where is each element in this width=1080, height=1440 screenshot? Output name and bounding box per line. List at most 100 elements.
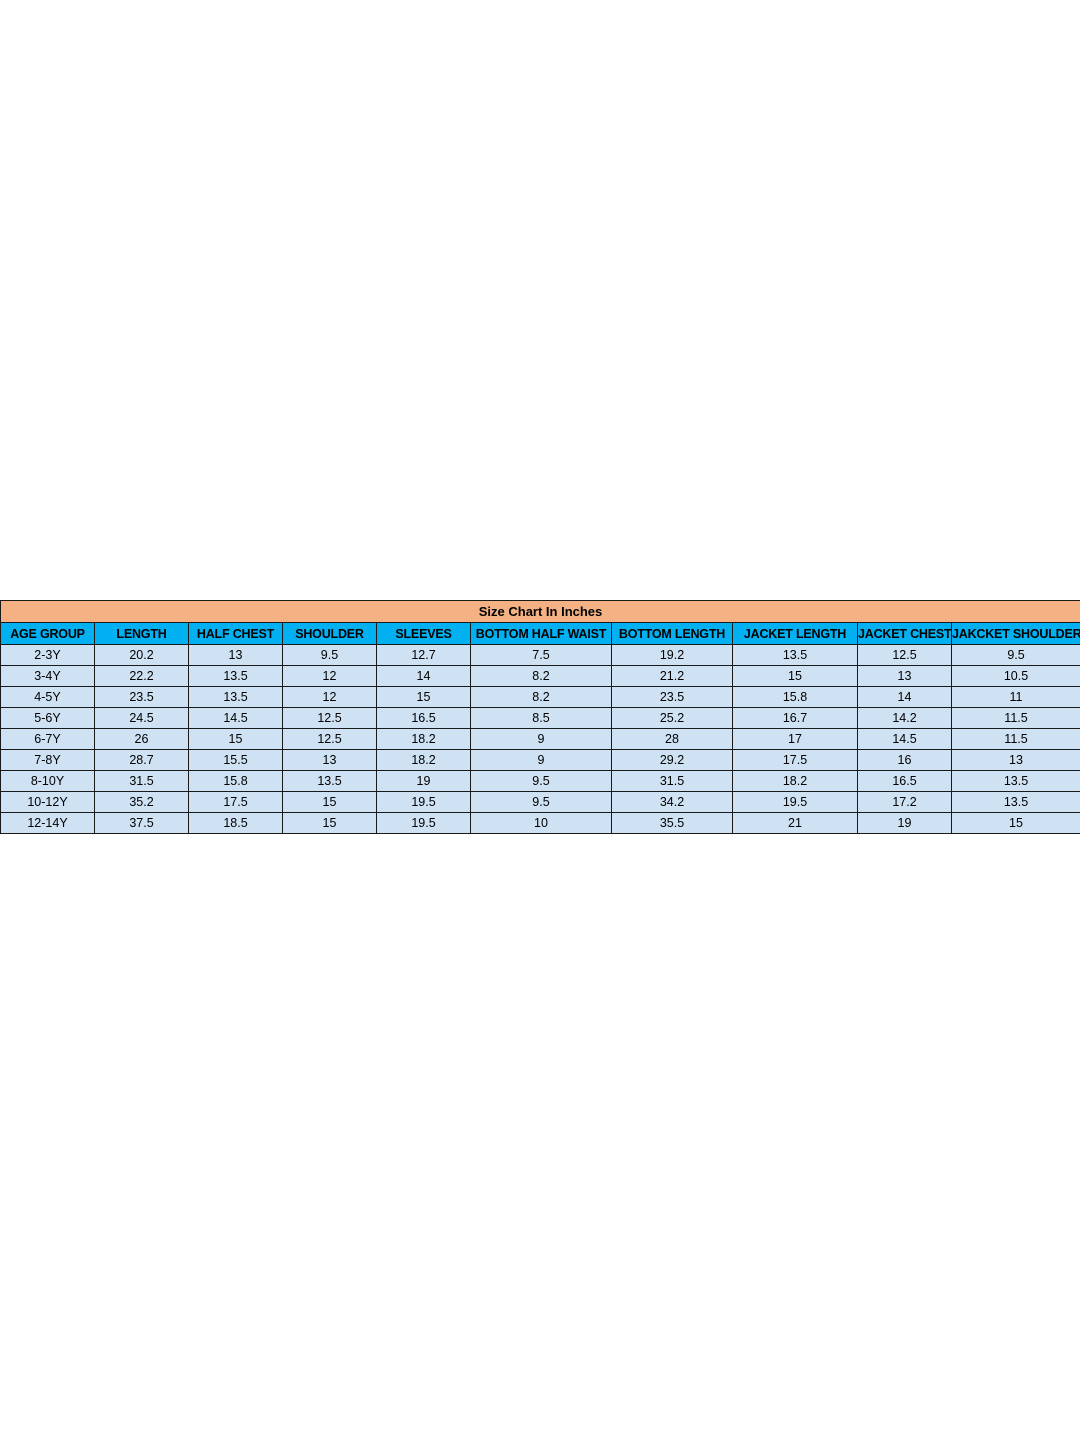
column-header: HALF CHEST [188, 622, 283, 645]
measurement-cell: 20.2 [94, 644, 189, 666]
measurement-cell: 35.2 [94, 791, 189, 813]
table-row: 3-4Y 22.2 13.5 12 14 8.2 21.2 15 13 10.5 [0, 665, 1080, 687]
measurement-cell: 12.5 [282, 707, 377, 729]
measurement-cell: 15 [732, 665, 858, 687]
measurement-cell: 13.5 [188, 686, 283, 708]
measurement-cell: 9.5 [470, 791, 612, 813]
measurement-cell: 14.2 [857, 707, 952, 729]
measurement-cell: 8.5 [470, 707, 612, 729]
measurement-cell: 18.2 [732, 770, 858, 792]
age-group-cell: 8-10Y [0, 770, 95, 792]
measurement-cell: 19.5 [732, 791, 858, 813]
measurement-cell: 13.5 [732, 644, 858, 666]
column-header: AGE GROUP [0, 622, 95, 645]
measurement-cell: 35.5 [611, 812, 733, 834]
measurement-cell: 11.5 [950, 728, 1080, 750]
measurement-cell: 31.5 [94, 770, 189, 792]
measurement-cell: 14 [857, 686, 952, 708]
column-header: LENGTH [94, 622, 189, 645]
measurement-cell: 13.5 [950, 791, 1080, 813]
measurement-cell: 9 [470, 749, 612, 771]
column-header: JAKCKET SHOULDER [950, 622, 1080, 645]
measurement-cell: 16 [857, 749, 952, 771]
measurement-cell: 24.5 [94, 707, 189, 729]
measurement-cell: 12.7 [376, 644, 471, 666]
measurement-cell: 13 [282, 749, 377, 771]
measurement-cell: 23.5 [94, 686, 189, 708]
measurement-cell: 12.5 [857, 644, 952, 666]
age-group-cell: 12-14Y [0, 812, 95, 834]
measurement-cell: 7.5 [470, 644, 612, 666]
measurement-cell: 15 [950, 812, 1080, 834]
measurement-cell: 11 [950, 686, 1080, 708]
measurement-cell: 14.5 [857, 728, 952, 750]
measurement-cell: 14.5 [188, 707, 283, 729]
measurement-cell: 28.7 [94, 749, 189, 771]
measurement-cell: 25.2 [611, 707, 733, 729]
measurement-cell: 28 [611, 728, 733, 750]
measurement-cell: 15 [282, 812, 377, 834]
age-group-cell: 5-6Y [0, 707, 95, 729]
measurement-cell: 19 [857, 812, 952, 834]
measurement-cell: 19.5 [376, 791, 471, 813]
measurement-cell: 15.5 [188, 749, 283, 771]
measurement-cell: 9.5 [282, 644, 377, 666]
measurement-cell: 21 [732, 812, 858, 834]
column-header: BOTTOM HALF WAIST [470, 622, 612, 645]
measurement-cell: 14 [376, 665, 471, 687]
table-row: 2-3Y 20.2 13 9.5 12.7 7.5 19.2 13.5 12.5 9.5 [0, 644, 1080, 666]
measurement-cell: 13.5 [950, 770, 1080, 792]
age-group-cell: 2-3Y [0, 644, 95, 666]
measurement-cell: 18.2 [376, 728, 471, 750]
measurement-cell: 8.2 [470, 686, 612, 708]
measurement-cell: 19 [376, 770, 471, 792]
table-row: 5-6Y 24.5 14.5 12.5 16.5 8.5 25.2 16.7 14.2 11.5 [0, 707, 1080, 729]
measurement-cell: 10.5 [950, 665, 1080, 687]
measurement-cell: 31.5 [611, 770, 733, 792]
title-row: Size Chart In Inches [0, 600, 1080, 623]
table-row: 6-7Y 26 15 12.5 18.2 9 28 17 14.5 11.5 [0, 728, 1080, 750]
measurement-cell: 12.5 [282, 728, 377, 750]
measurement-cell: 22.2 [94, 665, 189, 687]
measurement-cell: 10 [470, 812, 612, 834]
measurement-cell: 29.2 [611, 749, 733, 771]
measurement-cell: 13 [857, 665, 952, 687]
measurement-cell: 11.5 [950, 707, 1080, 729]
measurement-cell: 16.5 [857, 770, 952, 792]
measurement-cell: 15.8 [188, 770, 283, 792]
measurement-cell: 17 [732, 728, 858, 750]
age-group-cell: 6-7Y [0, 728, 95, 750]
measurement-cell: 19.5 [376, 812, 471, 834]
measurement-cell: 37.5 [94, 812, 189, 834]
measurement-cell: 16.7 [732, 707, 858, 729]
measurement-cell: 13.5 [188, 665, 283, 687]
measurement-cell: 12 [282, 665, 377, 687]
measurement-cell: 13.5 [282, 770, 377, 792]
column-header: JACKET CHEST [857, 622, 952, 645]
measurement-cell: 15.8 [732, 686, 858, 708]
measurement-cell: 21.2 [611, 665, 733, 687]
measurement-cell: 18.2 [376, 749, 471, 771]
measurement-cell: 16.5 [376, 707, 471, 729]
measurement-cell: 34.2 [611, 791, 733, 813]
measurement-cell: 15 [282, 791, 377, 813]
measurement-cell: 13 [188, 644, 283, 666]
measurement-cell: 9.5 [470, 770, 612, 792]
measurement-cell: 8.2 [470, 665, 612, 687]
age-group-cell: 4-5Y [0, 686, 95, 708]
measurement-cell: 13 [950, 749, 1080, 771]
column-header: BOTTOM LENGTH [611, 622, 733, 645]
measurement-cell: 12 [282, 686, 377, 708]
table-row: 12-14Y 37.5 18.5 15 19.5 10 35.5 21 19 15 [0, 812, 1080, 834]
measurement-cell: 17.2 [857, 791, 952, 813]
measurement-cell: 26 [94, 728, 189, 750]
column-header: JACKET LENGTH [732, 622, 858, 645]
table-row: 4-5Y 23.5 13.5 12 15 8.2 23.5 15.8 14 11 [0, 686, 1080, 708]
measurement-cell: 15 [188, 728, 283, 750]
measurement-cell: 18.5 [188, 812, 283, 834]
size-chart-table: Size Chart In Inches AGE GROUP LENGTH HALF… [0, 600, 1080, 834]
table-body: 2-3Y 20.2 13 9.5 12.7 7.5 19.2 13.5 12.5 9.5 3-4Y 2… [0, 644, 1080, 834]
age-group-cell: 10-12Y [0, 791, 95, 813]
header-row: AGE GROUP LENGTH HALF CHEST SHOULDER SLEEVES… [0, 622, 1080, 645]
table-row: 7-8Y 28.7 15.5 13 18.2 9 29.2 17.5 16 13 [0, 749, 1080, 771]
